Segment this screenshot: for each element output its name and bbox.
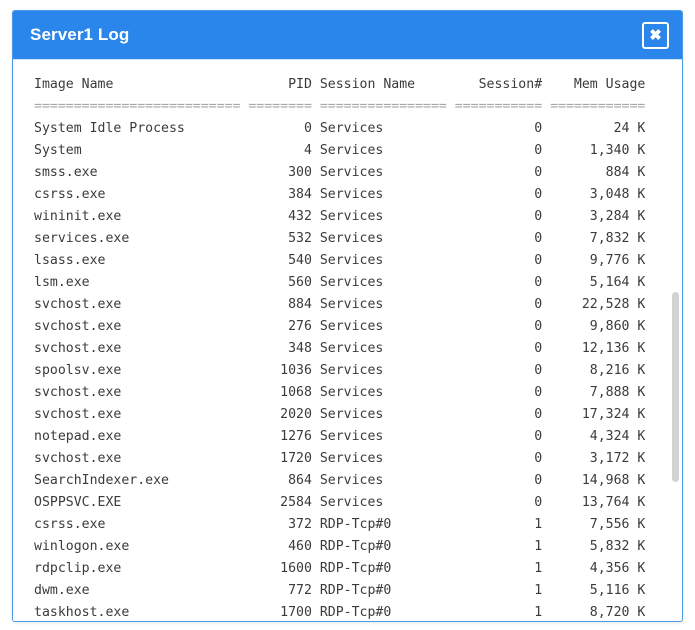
dialog-title: Server1 Log — [30, 25, 130, 44]
log-body: Image Name PID Session Name Session# Mem… — [13, 59, 682, 621]
server-log-dialog: Server1 Log ✖ Image Name PID Session Nam… — [12, 10, 683, 622]
log-scroll-region[interactable]: Image Name PID Session Name Session# Mem… — [13, 60, 682, 621]
tasklist-output: Image Name PID Session Name Session# Mem… — [34, 77, 646, 620]
scrollbar-thumb[interactable] — [672, 292, 679, 482]
close-icon[interactable]: ✖ — [642, 21, 669, 49]
dialog-titlebar: Server1 Log ✖ — [13, 11, 682, 59]
vertical-scrollbar[interactable] — [671, 60, 680, 621]
